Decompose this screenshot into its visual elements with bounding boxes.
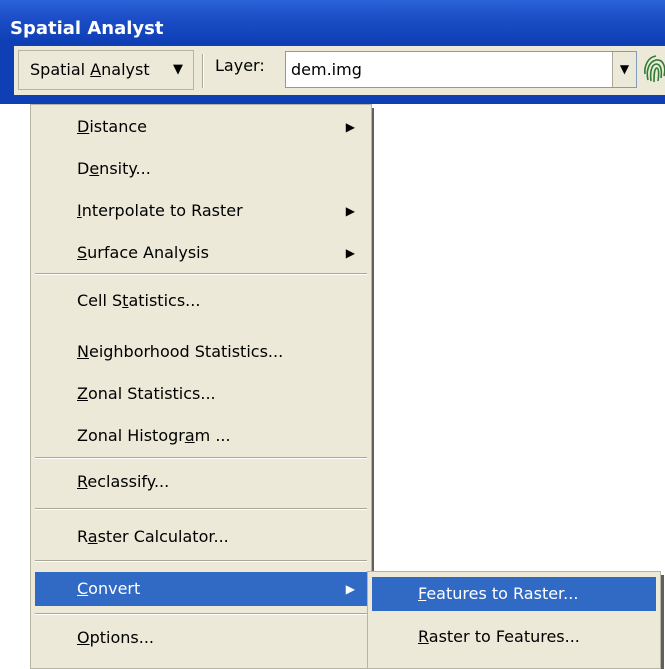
submenu-arrow-icon: ▶ (345, 120, 355, 134)
toolbar-body: Spatial Analyst ▼ Layer: dem.img ▼ (14, 46, 665, 95)
menu-divider (35, 457, 367, 459)
menu-divider (35, 273, 367, 275)
submenu-arrow-icon: ▶ (345, 204, 355, 218)
menu-item-convert[interactable]: Convert ▶ (35, 572, 367, 606)
submenu-arrow-icon: ▶ (345, 582, 355, 596)
layer-select[interactable]: dem.img ▼ (285, 51, 637, 88)
menu-item-cell-statistics[interactable]: Cell Statistics... (35, 285, 367, 317)
fingerprint-icon[interactable] (642, 54, 665, 86)
menu-divider (35, 508, 367, 510)
layer-label: Layer: (215, 56, 265, 75)
menu-item-label: Reclassify... (77, 472, 170, 491)
dropdown-arrow-icon: ▼ (173, 62, 183, 77)
spatial-analyst-menu: Distance ▶ Density... Interpolate to Ras… (30, 104, 372, 669)
menu-item-label: Cell Statistics... (77, 291, 201, 310)
spatial-analyst-menu-button[interactable]: Spatial Analyst ▼ (18, 50, 194, 90)
submenu-item-features-to-raster[interactable]: Features to Raster... (372, 577, 656, 611)
menu-item-label: Neighborhood Statistics... (77, 342, 284, 361)
toolbar: Spatial Analyst ▼ Layer: dem.img ▼ (0, 42, 665, 104)
menu-item-zonal-histogram[interactable]: Zonal Histogram ... (35, 420, 367, 452)
menu-item-reclassify[interactable]: Reclassify... (35, 466, 367, 498)
menu-item-raster-calculator[interactable]: Raster Calculator... (35, 521, 367, 553)
chevron-down-icon[interactable]: ▼ (612, 52, 636, 87)
menu-item-surface-analysis[interactable]: Surface Analysis ▶ (35, 237, 367, 269)
convert-submenu: Features to Raster... Raster to Features… (367, 571, 661, 669)
menu-divider (35, 560, 367, 562)
menu-item-label: Density... (77, 159, 151, 178)
layer-select-value: dem.img (291, 60, 362, 79)
menu-item-interpolate-to-raster[interactable]: Interpolate to Raster ▶ (35, 195, 367, 227)
menu-divider (35, 613, 367, 615)
menu-item-neighborhood-statistics[interactable]: Neighborhood Statistics... (35, 336, 367, 368)
menu-item-label: Distance (77, 117, 147, 136)
menu-item-label: Zonal Statistics... (77, 384, 216, 403)
menu-item-density[interactable]: Density... (35, 153, 367, 185)
menu-item-options[interactable]: Options... (35, 622, 367, 654)
submenu-arrow-icon: ▶ (345, 246, 355, 260)
menu-item-label: Zonal Histogram ... (77, 426, 231, 445)
submenu-item-label: Features to Raster... (418, 584, 579, 603)
menu-item-label: Interpolate to Raster (77, 201, 243, 220)
toolbar-separator (202, 54, 204, 88)
window-title: Spatial Analyst (10, 18, 164, 39)
menu-item-label: Convert (77, 579, 141, 598)
menu-item-zonal-statistics[interactable]: Zonal Statistics... (35, 378, 367, 410)
title-bar: Spatial Analyst (0, 0, 665, 42)
menu-item-distance[interactable]: Distance ▶ (35, 111, 367, 143)
menu-item-label: Raster Calculator... (77, 527, 229, 546)
submenu-item-raster-to-features[interactable]: Raster to Features... (372, 620, 656, 654)
submenu-item-label: Raster to Features... (418, 627, 580, 646)
menu-item-label: Surface Analysis (77, 243, 209, 262)
spatial-analyst-menu-label: Spatial Analyst (30, 60, 150, 79)
menu-item-label: Options... (77, 628, 154, 647)
